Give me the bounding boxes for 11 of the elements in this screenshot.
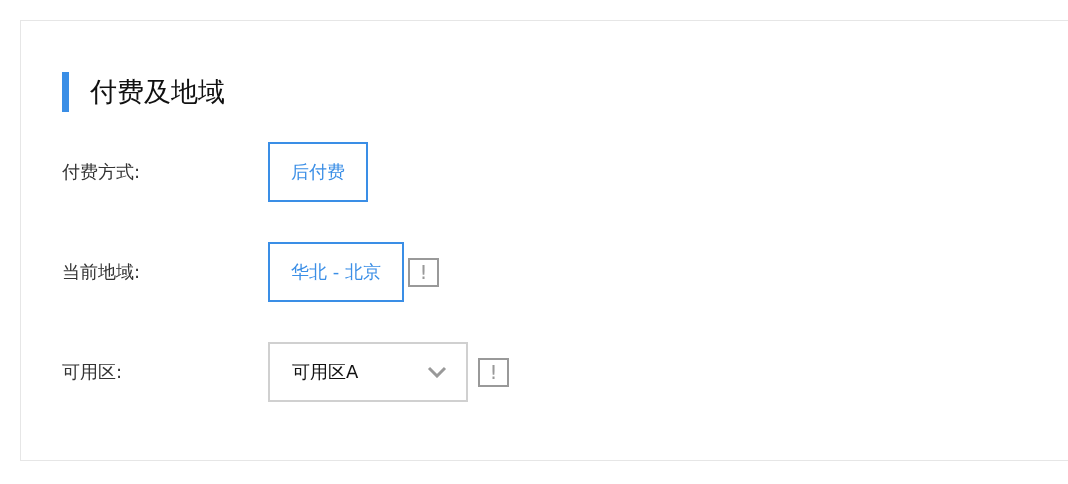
section-title: 付费及地域 bbox=[90, 75, 225, 109]
info-mark[interactable]: ! bbox=[407, 257, 439, 287]
info-mark[interactable]: ! bbox=[478, 357, 509, 387]
field-label: 付费方式: bbox=[62, 160, 142, 184]
title-accent-bar bbox=[62, 72, 69, 112]
option-button[interactable]: 后付费 bbox=[268, 142, 368, 202]
option-button[interactable]: 华北 - 北京 bbox=[268, 242, 404, 302]
select-dropdown[interactable]: 可用区A bbox=[268, 342, 468, 402]
field-label: 可用区: bbox=[62, 360, 124, 384]
field-label: 当前地域: bbox=[62, 260, 142, 284]
chevron-down-icon bbox=[427, 366, 447, 378]
